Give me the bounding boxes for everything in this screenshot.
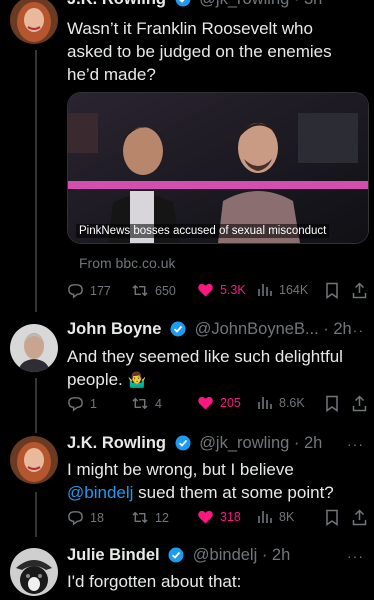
verified-badge-icon	[175, 0, 191, 12]
author-handle[interactable]: @JohnBoyneB...	[195, 320, 319, 338]
reply-count: 177	[90, 283, 111, 298]
tweet-header: Julie Bindel @bindelj · 2h	[67, 546, 290, 568]
bookmark-button[interactable]	[325, 395, 345, 412]
action-bar: 177 650 5.3K 164K	[67, 282, 367, 304]
bookmark-button[interactable]	[325, 509, 345, 526]
heart-icon	[198, 283, 213, 297]
card-image	[68, 93, 368, 243]
shrug-emoji: 🤷‍♂️	[127, 372, 147, 389]
views-icon	[258, 397, 272, 409]
tweet-text-line: And they seemed like such delightful	[67, 347, 343, 366]
verified-badge-icon	[170, 321, 186, 342]
repost-count: 650	[155, 283, 176, 298]
views-button[interactable]: 8K	[257, 509, 294, 524]
share-button[interactable]	[352, 395, 373, 412]
repost-button[interactable]: 4	[131, 395, 162, 412]
like-button[interactable]: 318	[197, 509, 241, 525]
share-icon	[352, 282, 367, 299]
more-options-button[interactable]: ···	[347, 322, 364, 338]
reply-button[interactable]: 18	[67, 509, 104, 526]
action-bar: 18 12 318 8K	[67, 509, 367, 531]
tweet-text: I might be wrong, but I believe @bindelj…	[67, 458, 362, 504]
more-options-button[interactable]: ···	[347, 436, 364, 452]
views-icon	[258, 284, 272, 296]
repost-icon	[132, 397, 148, 410]
avatar[interactable]	[10, 324, 58, 372]
card-source[interactable]: From bbc.co.uk	[79, 255, 175, 271]
timestamp[interactable]: · 2h	[262, 546, 290, 564]
avatar[interactable]	[10, 548, 58, 596]
like-button[interactable]: 205	[197, 395, 241, 411]
reply-button[interactable]: 1	[67, 395, 97, 412]
repost-icon	[132, 284, 148, 297]
like-button[interactable]: 5.3K	[197, 282, 246, 298]
repost-icon	[132, 511, 148, 524]
author-name[interactable]: J.K. Rowling	[67, 434, 166, 452]
reply-button[interactable]: 177	[67, 282, 111, 299]
tweet[interactable]: J.K. Rowling @jk_rowling · 3h Wasn’t it …	[0, 0, 374, 310]
repost-button[interactable]: 650	[131, 282, 176, 299]
action-bar: 1 4 205 8.6K	[67, 395, 367, 417]
author-handle[interactable]: @jk_rowling	[199, 434, 289, 452]
tweet-text-line: people.	[67, 370, 123, 389]
reply-icon	[68, 284, 83, 299]
like-count: 5.3K	[220, 283, 246, 297]
views-count: 8K	[279, 509, 295, 524]
like-count: 318	[220, 510, 241, 524]
bookmark-icon	[326, 282, 338, 299]
heart-icon	[198, 396, 213, 410]
author-name[interactable]: Julie Bindel	[67, 546, 160, 564]
tweet-text: I'd forgotten about that:	[67, 572, 242, 591]
reply-icon	[68, 397, 83, 412]
timestamp[interactable]: · 2h	[294, 434, 322, 452]
author-name[interactable]: J.K. Rowling	[67, 0, 166, 8]
reply-icon	[68, 511, 83, 526]
tweet-text-line: I might be wrong, but I believe	[67, 460, 294, 479]
author-name[interactable]: John Boyne	[67, 320, 161, 338]
bookmark-button[interactable]	[325, 282, 345, 299]
tweet-text: And they seemed like such delightful peo…	[67, 345, 362, 392]
views-button[interactable]: 8.6K	[257, 395, 305, 410]
tweet-header: J.K. Rowling @jk_rowling · 2h	[67, 434, 322, 456]
share-button[interactable]	[352, 509, 373, 526]
verified-badge-icon	[168, 547, 184, 568]
share-icon	[352, 395, 367, 412]
views-button[interactable]: 164K	[257, 282, 308, 297]
avatar[interactable]	[10, 0, 58, 44]
like-count: 205	[220, 396, 241, 410]
tweet-text-line: sued them at some point?	[133, 483, 334, 502]
card-caption: PinkNews bosses accused of sexual miscon…	[76, 224, 330, 238]
reply-count: 1	[90, 396, 97, 411]
tweet[interactable]: John Boyne @JohnBoyneB... · 2h ··· And t…	[0, 318, 374, 426]
views-icon	[258, 511, 272, 523]
author-handle[interactable]: @bindelj	[193, 546, 257, 564]
repost-count: 12	[155, 510, 169, 525]
repost-button[interactable]: 12	[131, 509, 169, 526]
link-card[interactable]: PinkNews bosses accused of sexual miscon…	[67, 92, 369, 244]
share-icon	[352, 509, 367, 526]
more-options-button[interactable]: ···	[347, 548, 364, 564]
bookmark-icon	[326, 395, 338, 412]
verified-badge-icon	[175, 435, 191, 456]
share-button[interactable]	[352, 282, 373, 299]
views-count: 8.6K	[279, 395, 305, 410]
mention-link[interactable]: @bindelj	[67, 483, 133, 502]
heart-icon	[198, 510, 213, 524]
repost-count: 4	[155, 396, 162, 411]
tweet-header: John Boyne @JohnBoyneB... · 2h	[67, 320, 352, 342]
reply-count: 18	[90, 510, 104, 525]
views-count: 164K	[279, 282, 309, 297]
tweet[interactable]: J.K. Rowling @jk_rowling · 2h ··· I migh…	[0, 432, 374, 540]
avatar[interactable]	[10, 436, 58, 484]
bookmark-icon	[326, 509, 338, 526]
tweet-header: J.K. Rowling @jk_rowling · 3h	[67, 0, 322, 12]
tweet[interactable]: Julie Bindel @bindelj · 2h ··· I'd forgo…	[0, 544, 374, 600]
tweet-text: Wasn’t it Franklin Roosevelt who asked t…	[67, 19, 332, 84]
author-handle[interactable]: @jk_rowling · 3h	[199, 0, 322, 8]
